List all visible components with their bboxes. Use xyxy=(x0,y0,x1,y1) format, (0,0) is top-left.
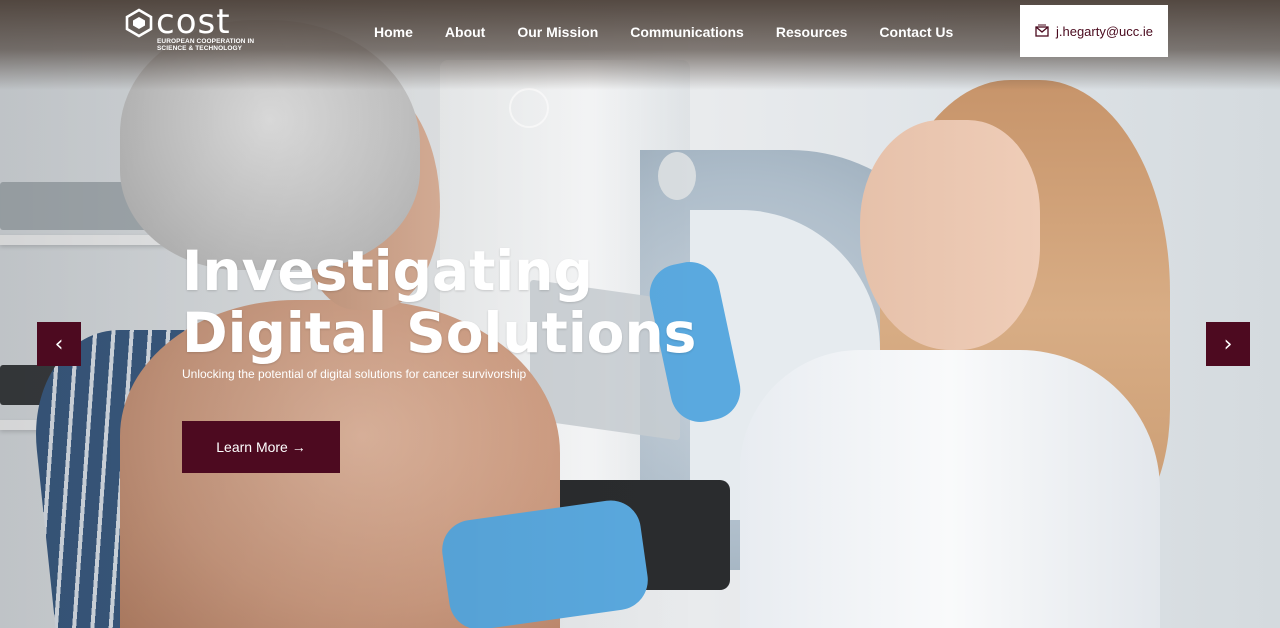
nav-home[interactable]: Home xyxy=(358,22,429,42)
nav-communications[interactable]: Communications xyxy=(614,22,760,42)
email-button[interactable]: j.hegarty@ucc.ie xyxy=(1020,5,1168,57)
hero-headline-line2: Digital Solutions xyxy=(182,301,697,365)
nav-contact-us[interactable]: Contact Us xyxy=(863,22,969,42)
envelope-icon xyxy=(1035,24,1049,37)
doctor-coat xyxy=(740,350,1160,628)
nav-our-mission[interactable]: Our Mission xyxy=(501,22,614,42)
carousel-next-button[interactable]: › xyxy=(1206,322,1250,366)
email-address: j.hegarty@ucc.ie xyxy=(1055,23,1154,39)
chevron-right-icon: › xyxy=(1223,331,1233,357)
cost-logo[interactable]: cost EUROPEAN COOPERATION IN SCIENCE & T… xyxy=(124,2,255,56)
main-nav: Home About Our Mission Communications Re… xyxy=(358,22,969,42)
doctor-face xyxy=(860,120,1040,350)
logo-wordmark: cost xyxy=(156,2,231,42)
hero-headline-line1: Investigating xyxy=(182,239,593,303)
hero-subheadline: Unlocking the potential of digital solut… xyxy=(182,367,527,381)
cost-logo-icon xyxy=(125,8,153,38)
carousel-prev-button[interactable]: ‹ xyxy=(37,322,81,366)
logo-subtitle: EUROPEAN COOPERATION IN SCIENCE & TECHNO… xyxy=(157,38,255,52)
learn-more-button[interactable]: Learn More → xyxy=(182,421,340,473)
hero-headline: Investigating Digital Solutions xyxy=(182,240,696,364)
nav-resources[interactable]: Resources xyxy=(760,22,864,42)
chevron-left-icon: ‹ xyxy=(54,331,64,357)
nav-about[interactable]: About xyxy=(429,22,501,42)
